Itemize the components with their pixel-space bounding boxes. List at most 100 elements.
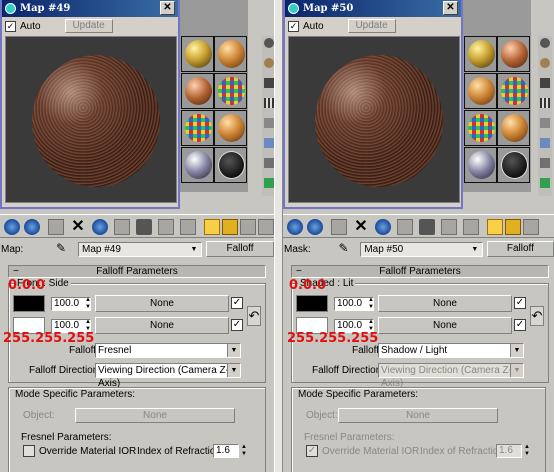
put-to-scene-icon[interactable] <box>24 219 40 235</box>
spinner-arrows-icon[interactable]: ▲ ▼ <box>85 297 92 311</box>
sample-slot[interactable] <box>214 36 247 72</box>
put-to-scene-icon[interactable] <box>307 219 323 235</box>
reset-map-icon[interactable]: ✕ <box>353 219 369 235</box>
window-titlebar[interactable]: Map #49 ✕ <box>2 0 178 17</box>
chevron-down-icon[interactable]: ▼ <box>510 344 523 357</box>
preview-icon[interactable] <box>264 138 274 148</box>
get-material-icon[interactable] <box>287 219 303 235</box>
swap-colors-icon[interactable]: ↶ <box>247 306 261 326</box>
sample-slot[interactable] <box>497 147 530 183</box>
swatch1-map-checkbox[interactable]: ✓ <box>231 297 243 309</box>
background-icon[interactable] <box>264 78 274 88</box>
sample-slot[interactable] <box>464 73 497 109</box>
object-pick-button[interactable]: None <box>338 408 498 423</box>
eyedropper-icon[interactable]: ✎ <box>56 242 72 256</box>
sample-slot[interactable] <box>214 110 247 146</box>
color-swatch-1[interactable] <box>13 295 45 312</box>
background-icon[interactable] <box>540 78 550 88</box>
material-id-icon[interactable] <box>158 219 174 235</box>
sample-slot[interactable] <box>497 36 530 72</box>
sample-slot[interactable] <box>181 110 214 146</box>
video-check-icon[interactable] <box>540 118 550 128</box>
update-button[interactable]: Update <box>64 19 113 33</box>
map-name-field[interactable]: Map #49 ▼ <box>78 241 202 257</box>
swatch1-map-checkbox[interactable]: ✓ <box>514 297 526 309</box>
swatch2-map-button[interactable]: None <box>95 317 229 334</box>
chevron-down-icon[interactable]: ▼ <box>227 364 240 377</box>
material-id-icon[interactable] <box>441 219 457 235</box>
close-button[interactable]: ✕ <box>443 1 458 15</box>
sample-slot[interactable] <box>464 110 497 146</box>
swatch2-map-checkbox[interactable]: ✓ <box>231 319 243 331</box>
color-swatch-1[interactable] <box>296 295 328 312</box>
copy-material-icon[interactable] <box>375 219 391 235</box>
show-end-result-icon[interactable] <box>487 219 503 235</box>
map-type-button[interactable]: Falloff <box>206 241 274 257</box>
show-map-icon[interactable] <box>180 219 196 235</box>
assign-material-icon[interactable] <box>48 219 64 235</box>
chevron-down-icon[interactable]: ▼ <box>510 364 523 377</box>
sample-slot[interactable] <box>181 73 214 109</box>
chevron-down-icon[interactable]: ▼ <box>227 344 240 357</box>
spinner-arrows-icon[interactable]: ▲ ▼ <box>368 297 375 311</box>
chevron-down-icon[interactable]: ▼ <box>468 243 482 256</box>
swatch2-map-checkbox[interactable]: ✓ <box>514 319 526 331</box>
assign-material-icon[interactable] <box>331 219 347 235</box>
sample-slot[interactable] <box>181 36 214 72</box>
sample-type-icon[interactable] <box>264 38 274 48</box>
get-material-icon[interactable] <box>4 219 20 235</box>
preview-icon[interactable] <box>540 138 550 148</box>
select-by-material-icon[interactable] <box>264 178 274 188</box>
close-button[interactable]: ✕ <box>160 1 175 15</box>
window-titlebar[interactable]: Map #50 ✕ <box>285 0 461 17</box>
swatch2-map-button[interactable]: None <box>378 317 512 334</box>
uv-tiling-icon[interactable] <box>540 98 550 108</box>
sample-slot[interactable] <box>214 73 247 109</box>
map-name-field[interactable]: Map #50 ▼ <box>360 241 483 257</box>
sample-slot[interactable] <box>497 110 530 146</box>
falloff-direction-select[interactable]: Viewing Direction (Camera Z-Axis) ▼ <box>95 363 241 389</box>
auto-checkbox[interactable]: ✓ <box>5 20 16 32</box>
falloff-rollout-header[interactable]: − Falloff Parameters <box>291 265 549 278</box>
eyedropper-icon[interactable]: ✎ <box>339 242 355 256</box>
sample-slot[interactable] <box>464 36 497 72</box>
make-unique-icon[interactable] <box>114 219 130 235</box>
falloff-type-select[interactable]: Shadow / Light ▼ <box>378 343 524 358</box>
update-button[interactable]: Update <box>347 19 396 33</box>
video-check-icon[interactable] <box>264 118 274 128</box>
falloff-rollout-header[interactable]: − Falloff Parameters <box>8 265 266 278</box>
falloff-type-select[interactable]: Fresnel ▼ <box>95 343 241 358</box>
ior-field[interactable]: 1.6 <box>213 444 239 458</box>
uv-tiling-icon[interactable] <box>264 98 274 108</box>
put-to-library-icon[interactable] <box>136 219 152 235</box>
swatch1-map-button[interactable]: None <box>95 295 229 312</box>
spinner-arrows-icon[interactable]: ▲ ▼ <box>524 444 531 458</box>
go-forward-icon[interactable] <box>240 219 256 235</box>
map-type-button[interactable]: Falloff <box>486 241 554 257</box>
ior-field[interactable]: 1.6 <box>496 444 522 458</box>
object-pick-button[interactable]: None <box>75 408 235 423</box>
show-end-result-icon[interactable] <box>204 219 220 235</box>
chevron-down-icon[interactable]: ▼ <box>187 243 201 256</box>
auto-checkbox[interactable]: ✓ <box>288 20 299 32</box>
reset-map-icon[interactable]: ✕ <box>70 219 86 235</box>
sample-slot[interactable] <box>214 147 247 183</box>
backlight-icon[interactable] <box>264 58 274 68</box>
swatch1-map-button[interactable]: None <box>378 295 512 312</box>
spinner-arrows-icon[interactable]: ▲ ▼ <box>241 444 248 458</box>
put-to-library-icon[interactable] <box>419 219 435 235</box>
sample-slot[interactable] <box>181 147 214 183</box>
swap-colors-icon[interactable]: ↶ <box>530 306 544 326</box>
options-icon[interactable] <box>264 158 274 168</box>
go-forward-icon[interactable] <box>523 219 539 235</box>
sample-slot[interactable] <box>497 73 530 109</box>
options-icon[interactable] <box>540 158 550 168</box>
sample-slot[interactable] <box>464 147 497 183</box>
sample-type-icon[interactable] <box>540 38 550 48</box>
copy-material-icon[interactable] <box>92 219 108 235</box>
go-to-parent-icon[interactable] <box>505 219 521 235</box>
backlight-icon[interactable] <box>540 58 550 68</box>
select-by-material-icon[interactable] <box>540 178 550 188</box>
override-ior-checkbox[interactable] <box>23 445 35 457</box>
override-ior-checkbox[interactable]: ✓ <box>306 445 318 457</box>
